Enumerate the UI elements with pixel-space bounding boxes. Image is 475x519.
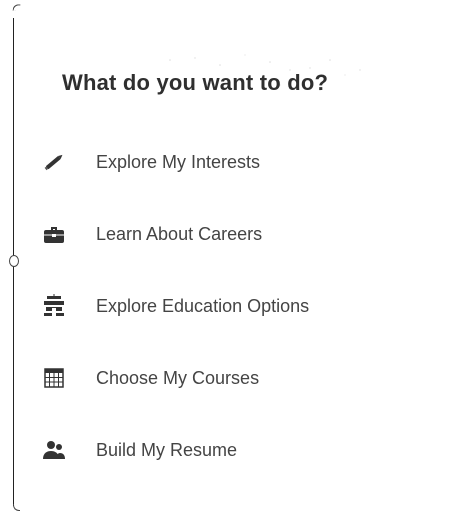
menu-item-build-resume[interactable]: Build My Resume <box>42 426 442 474</box>
frame-corner-bottom <box>13 504 20 511</box>
menu-item-explore-education[interactable]: Explore Education Options <box>42 282 442 330</box>
menu-item-explore-interests[interactable]: Explore My Interests <box>42 138 442 186</box>
menu-item-label: Explore Education Options <box>96 295 310 316</box>
menu-item-choose-courses[interactable]: Choose My Courses <box>42 354 442 402</box>
school-building-icon <box>42 294 66 318</box>
activity-panel: What do you want to do? Explore My Inter… <box>22 0 462 519</box>
briefcase-icon <box>42 222 66 246</box>
menu-item-label: Build My Resume <box>96 439 238 460</box>
menu-item-label: Choose My Courses <box>96 367 260 388</box>
panel-title: What do you want to do? <box>62 70 329 95</box>
menu-item-label: Explore My Interests <box>96 151 261 172</box>
frame-corner-top <box>12 3 21 12</box>
calendar-grid-icon <box>42 366 66 390</box>
users-icon <box>42 438 66 462</box>
frame-notch <box>9 255 19 267</box>
activity-menu: Explore My Interests Learn About Careers <box>42 138 442 474</box>
menu-item-learn-careers[interactable]: Learn About Careers <box>42 210 442 258</box>
menu-item-label: Learn About Careers <box>96 223 263 244</box>
pencil-icon <box>42 150 66 174</box>
